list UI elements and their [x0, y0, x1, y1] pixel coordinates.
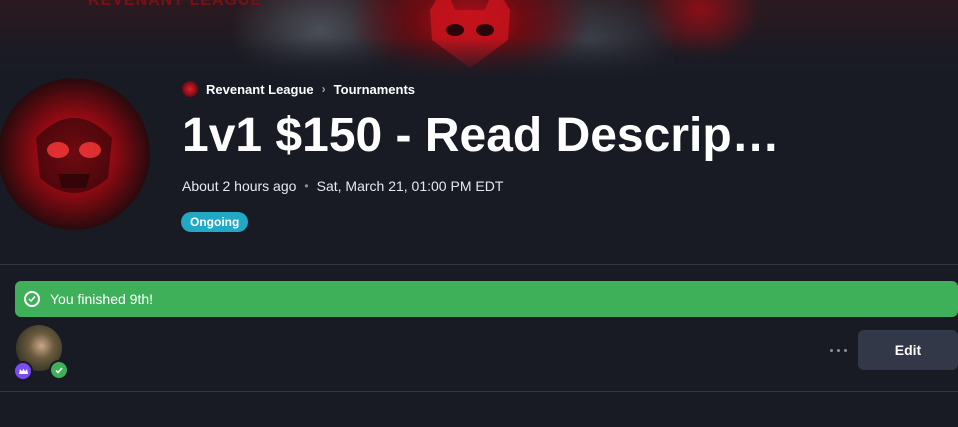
page-title: 1v1 $150 - Read Descrip… [182, 109, 780, 162]
breadcrumb-tournaments-link[interactable]: Tournaments [334, 82, 415, 97]
edit-button[interactable]: Edit [858, 330, 958, 370]
status-badge: Ongoing [181, 212, 249, 232]
banner-text: REVENANT LEAGUE [88, 0, 263, 9]
tournament-banner: REVENANT LEAGUE [0, 0, 958, 78]
check-circle-icon [24, 291, 40, 307]
more-dot [836, 348, 840, 352]
skull-icon [36, 118, 112, 193]
tournament-meta: About 2 hours ago • Sat, March 21, 01:00… [182, 178, 503, 194]
more-dot [843, 348, 847, 352]
relative-time: About 2 hours ago [182, 178, 297, 194]
more-dot [829, 348, 833, 352]
start-date: Sat, March 21, 01:00 PM EDT [316, 178, 504, 194]
crown-icon [13, 361, 33, 381]
banner-fade [0, 38, 958, 78]
more-icon[interactable] [824, 340, 852, 360]
result-banner: You finished 9th! [15, 281, 958, 317]
check-icon [49, 360, 69, 380]
chevron-right-icon: › [321, 82, 326, 96]
league-logo-icon [182, 81, 198, 97]
breadcrumb-league-link[interactable]: Revenant League [206, 82, 314, 97]
breadcrumb: Revenant League › Tournaments [182, 80, 415, 98]
meta-separator: • [304, 179, 309, 193]
result-text: You finished 9th! [50, 291, 154, 307]
league-avatar [0, 78, 150, 230]
